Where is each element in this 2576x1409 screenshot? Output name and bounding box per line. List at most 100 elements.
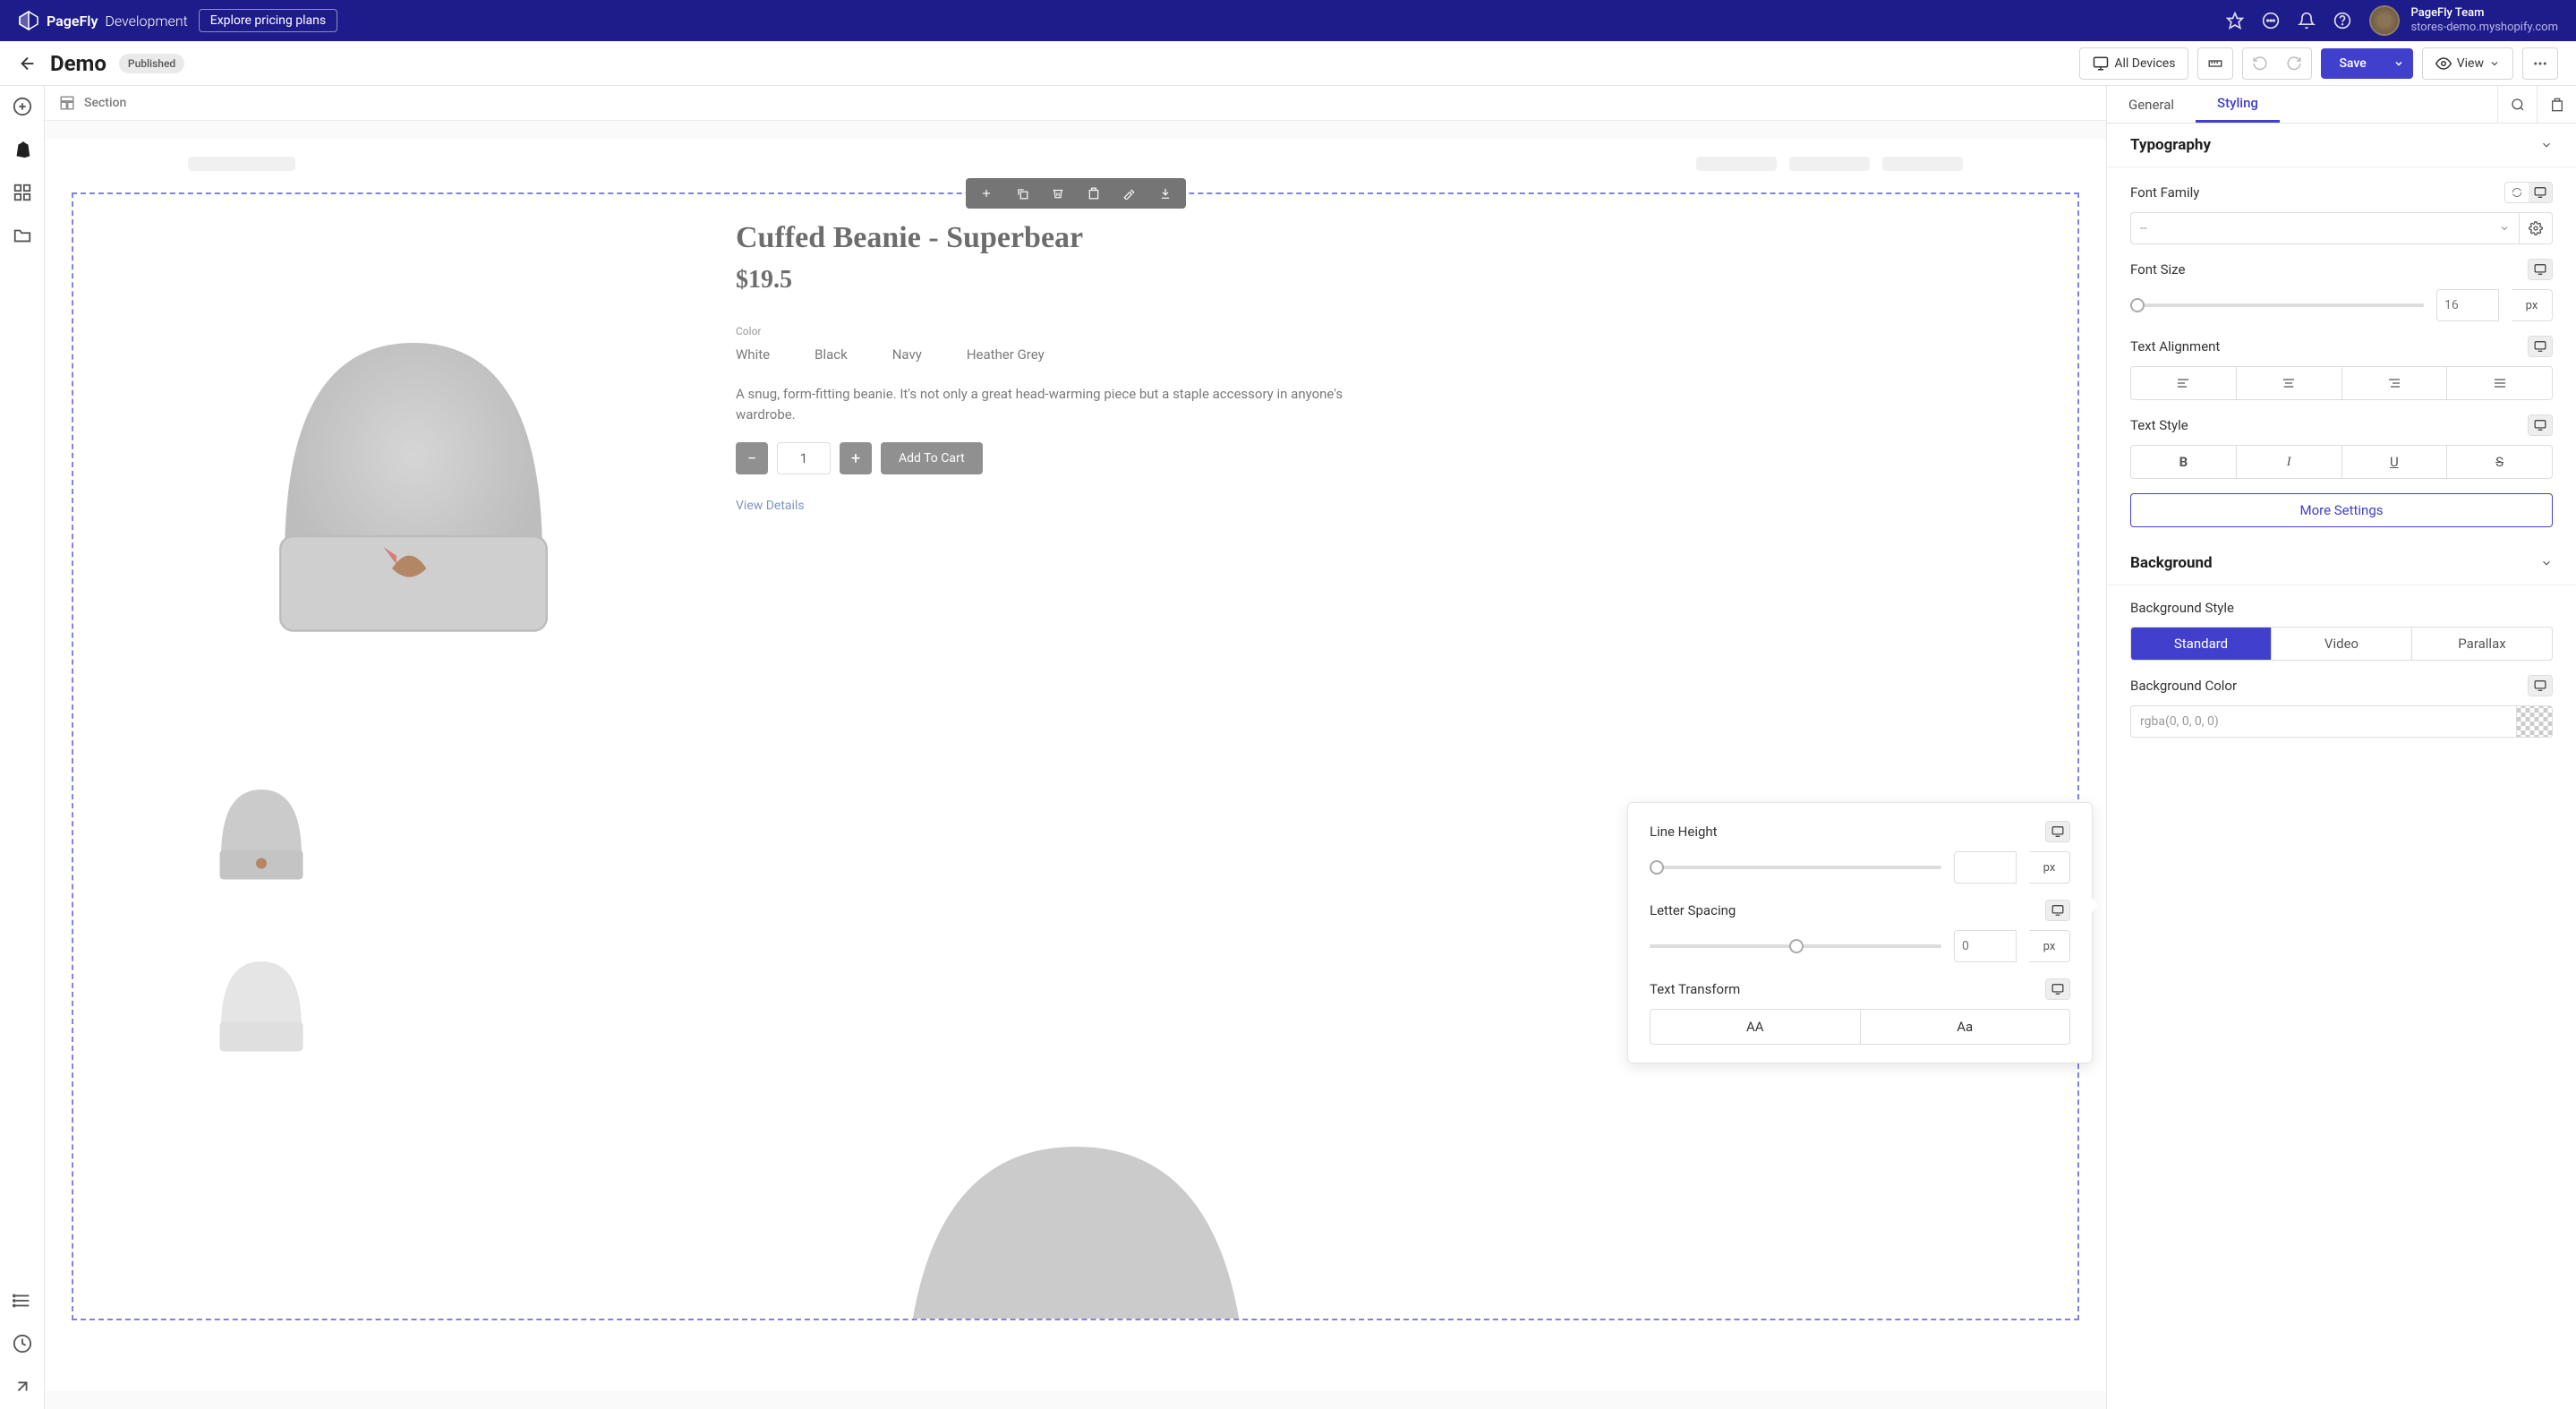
desktop-icon[interactable] (2529, 415, 2552, 435)
letter-spacing-unit[interactable]: px (2029, 930, 2070, 962)
undo-button[interactable] (2243, 48, 2277, 79)
help-icon[interactable] (2333, 12, 2351, 30)
star-icon[interactable] (2226, 12, 2244, 30)
letter-spacing-slider[interactable] (1650, 944, 1941, 948)
align-left-icon[interactable] (2131, 367, 2237, 399)
save-button[interactable]: Save (2321, 48, 2384, 79)
inspector-tabs: General Styling (2107, 86, 2576, 124)
font-settings-button[interactable] (2520, 212, 2553, 244)
bg-color-row: Background Color (2130, 675, 2553, 696)
bg-color-swatch[interactable] (2517, 705, 2553, 738)
bg-style-row: Background Style (2130, 600, 2553, 616)
device-toggle[interactable] (2528, 414, 2553, 436)
font-size-slider[interactable] (2130, 303, 2424, 307)
history-icon[interactable] (13, 1334, 32, 1353)
bg-standard-button[interactable]: Standard (2131, 628, 2272, 660)
logo-icon (18, 10, 39, 31)
bell-icon[interactable] (2298, 12, 2316, 30)
bg-parallax-button[interactable]: Parallax (2412, 628, 2552, 660)
avatar (2369, 5, 2400, 36)
text-transform-buttons: AA Aa (1650, 1009, 2070, 1045)
line-height-slider[interactable] (1650, 866, 1941, 869)
underline-icon[interactable]: U (2342, 446, 2448, 478)
view-button[interactable]: View (2422, 47, 2513, 80)
typography-title: Typography (2130, 136, 2211, 154)
align-center-icon[interactable] (2237, 367, 2342, 399)
font-family-row: Font Family (2130, 182, 2553, 203)
user-menu[interactable]: PageFly Team stores-demo.myshopify.com (2369, 5, 2558, 36)
tab-styling[interactable]: Styling (2196, 86, 2280, 123)
desktop-icon[interactable] (2529, 676, 2552, 696)
device-toggle[interactable] (2045, 821, 2070, 842)
bold-icon[interactable]: B (2131, 446, 2237, 478)
device-toggle[interactable] (2504, 182, 2553, 203)
device-toggle[interactable] (2528, 259, 2553, 280)
desktop-icon[interactable] (2529, 337, 2552, 356)
device-toggle[interactable] (2045, 900, 2070, 921)
slider-knob[interactable] (2130, 298, 2145, 312)
view-label: View (2457, 56, 2484, 71)
user-store: stores-demo.myshopify.com (2410, 21, 2558, 35)
align-right-icon[interactable] (2342, 367, 2448, 399)
desktop-icon[interactable] (2046, 979, 2069, 999)
text-transform-section: Text Transform AA Aa (1650, 978, 2070, 1045)
chevron-down-icon (2540, 139, 2553, 151)
bg-video-button[interactable]: Video (2272, 628, 2412, 660)
desktop-icon[interactable] (2529, 183, 2552, 202)
copy-style-icon[interactable] (2537, 86, 2576, 123)
desktop-icon[interactable] (2529, 260, 2552, 279)
device-toggle[interactable] (2045, 978, 2070, 1000)
user-name: PageFly Team (2410, 6, 2558, 21)
typography-header[interactable]: Typography (2107, 124, 2576, 167)
save-group: Save (2321, 48, 2412, 79)
user-info: PageFly Team stores-demo.myshopify.com (2410, 6, 2558, 34)
font-family-select-row: -- (2130, 212, 2553, 244)
background-header[interactable]: Background (2107, 542, 2576, 585)
desktop-icon[interactable] (2046, 901, 2069, 920)
page-title: Demo (50, 51, 107, 76)
uppercase-button[interactable]: AA (1651, 1010, 1861, 1044)
capitalize-button[interactable]: Aa (1861, 1010, 2070, 1044)
shopify-icon[interactable] (13, 140, 32, 159)
ruler-button[interactable] (2197, 47, 2233, 80)
redo-button[interactable] (2277, 48, 2311, 79)
text-style-row: Text Style (2130, 414, 2553, 436)
slider-knob[interactable] (1650, 860, 1664, 875)
explore-pricing-button[interactable]: Explore pricing plans (199, 9, 337, 32)
device-toggle[interactable] (2528, 675, 2553, 696)
chat-icon[interactable] (2262, 12, 2280, 30)
more-button[interactable] (2522, 47, 2558, 80)
add-icon[interactable] (13, 97, 32, 116)
background-body: Background Style Standard Video Parallax… (2107, 585, 2576, 752)
strikethrough-icon[interactable]: S (2447, 446, 2552, 478)
bg-color-input[interactable]: rgba(0, 0, 0, 0) (2130, 705, 2517, 738)
slider-knob[interactable] (1789, 939, 1804, 953)
letter-spacing-label: Letter Spacing (1650, 902, 1736, 918)
device-toggle[interactable] (2528, 336, 2553, 357)
export-icon[interactable] (13, 1377, 32, 1396)
more-settings-button[interactable]: More Settings (2130, 493, 2553, 527)
font-family-select[interactable]: -- (2130, 212, 2520, 244)
back-button[interactable] (18, 54, 38, 73)
sync-icon[interactable] (2505, 183, 2529, 202)
search-icon[interactable] (2497, 86, 2537, 123)
folder-icon[interactable] (13, 226, 32, 245)
inspector-tools (2497, 86, 2576, 123)
desktop-icon[interactable] (2046, 822, 2069, 841)
more-settings-popup: Line Height px Letter Spacing px Text (1627, 802, 2093, 1063)
bg-style-label: Background Style (2130, 600, 2234, 616)
all-devices-button[interactable]: All Devices (2079, 47, 2188, 80)
line-height-section: Line Height px (1650, 821, 2070, 884)
line-height-input[interactable] (1954, 851, 2017, 884)
align-justify-icon[interactable] (2447, 367, 2552, 399)
layers-icon[interactable] (13, 1291, 32, 1311)
letter-spacing-input[interactable] (1954, 930, 2017, 962)
app-name: PageFly (47, 13, 98, 30)
save-dropdown[interactable] (2384, 48, 2413, 79)
font-size-unit[interactable]: px (2512, 289, 2553, 321)
font-size-input[interactable] (2436, 289, 2499, 321)
italic-icon[interactable]: I (2237, 446, 2342, 478)
apps-icon[interactable] (13, 183, 32, 202)
tab-general[interactable]: General (2107, 86, 2196, 123)
line-height-unit[interactable]: px (2029, 851, 2070, 884)
